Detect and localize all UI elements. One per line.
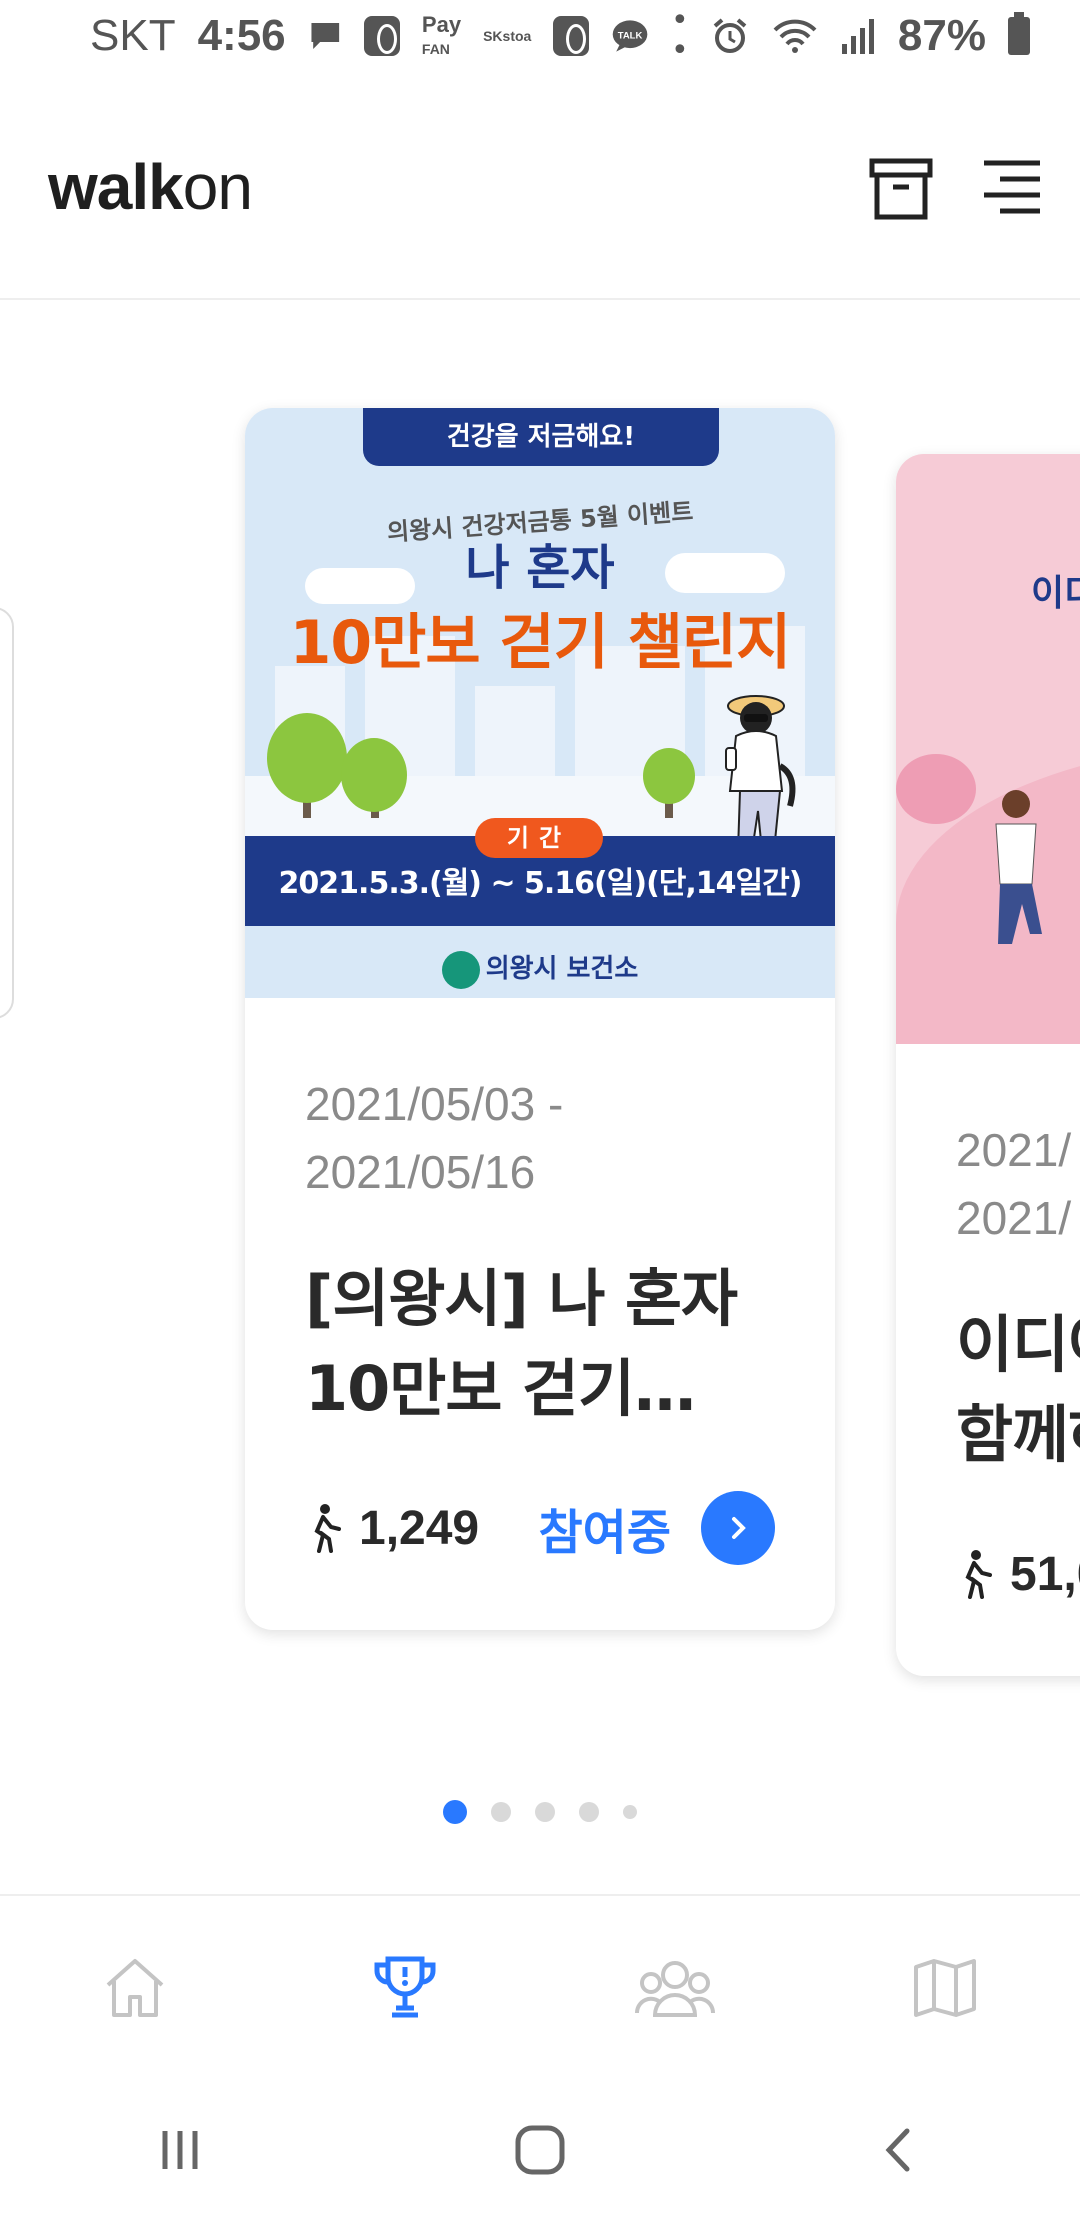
trophy-icon (374, 1956, 436, 2018)
archive-button[interactable] (866, 155, 936, 225)
banner-text-partial: 이디 (1031, 573, 1080, 614)
status-bar: SKT 4:56 Pay FAN SKstoa TALK • • 87% (0, 0, 1080, 72)
challenge-title-line2: 10만보 걷기… (305, 1352, 696, 1425)
nav-map[interactable] (890, 1933, 1000, 2043)
participant-count: 1,249 (359, 1501, 480, 1555)
archive-icon (869, 158, 933, 220)
pagination-dot[interactable] (535, 1802, 555, 1822)
challenge-banner-image: 건강을 저금해요! 의왕시 건강저금통 5월 이벤트 나 혼자 10만보 걷기 … (245, 408, 835, 998)
battery-icon (1008, 12, 1030, 55)
recent-apps-button[interactable] (135, 2105, 225, 2195)
walking-icon (314, 1504, 341, 1553)
message-icon (311, 23, 339, 49)
pagination-dot[interactable] (623, 1805, 637, 1819)
app-notification-icon (364, 16, 400, 56)
home-icon (106, 1959, 164, 2017)
payfan-icon: Pay FAN (422, 14, 461, 58)
challenge-banner-image-next: 이디 (896, 454, 1080, 1044)
chevron-right-icon (732, 1517, 746, 1539)
payfan-label-bottom: FAN (421, 41, 450, 57)
app-notification-icon-2 (553, 16, 589, 56)
battery-percent: 87% (897, 11, 986, 60)
community-icon (634, 1961, 716, 2017)
signal-icon (841, 19, 874, 54)
wifi-icon (773, 19, 817, 53)
banner-tree (341, 738, 407, 812)
walkon-logo[interactable]: walkon (48, 150, 253, 224)
clock: 4:56 (197, 11, 286, 60)
map-icon (914, 1959, 976, 2017)
system-navigation (0, 2080, 1080, 2220)
banner-tree (896, 754, 976, 824)
nav-community[interactable] (620, 1933, 730, 2043)
health-center-logo-icon (441, 950, 480, 989)
open-challenge-button[interactable] (701, 1491, 775, 1565)
walking-icon (965, 1550, 992, 1599)
banner-tree (267, 713, 347, 803)
logo-on-text: on (182, 151, 253, 223)
challenge-title-line1: [의왕시] 나 혼자 (305, 1262, 738, 1335)
bottom-navigation (0, 1894, 1080, 2080)
challenge-date-start-next: 2021/ (956, 1124, 1072, 1176)
challenge-title-next: 이디어 함께하 (956, 1300, 1080, 1480)
challenge-title-next-line1: 이디어 (956, 1308, 1080, 1381)
back-button[interactable] (855, 2105, 945, 2195)
challenge-date-end-next: 2021/ (956, 1192, 1072, 1244)
logo-walk-text: walk (48, 151, 184, 223)
card-body-next: 2021/ 2021/ 이디어 함께하 (896, 1044, 1080, 1480)
recent-apps-icon (162, 2131, 198, 2169)
participant-count-next: 51,0 (1010, 1547, 1080, 1601)
pagination-dot[interactable] (491, 1802, 511, 1822)
menu-button[interactable] (978, 155, 1048, 225)
banner-title-line1: 나 혼자 (465, 540, 615, 596)
card-body: 2021/05/03 - 2021/05/16 [의왕시] 나 혼자 10만보 … (245, 998, 835, 1434)
more-notifications-icon: • • (671, 3, 689, 68)
challenge-carousel[interactable]: 건강을 저금해요! 의왕시 건강저금통 5월 이벤트 나 혼자 10만보 걷기 … (0, 302, 1080, 1892)
challenge-title: [의왕시] 나 혼자 10만보 걷기… (305, 1254, 775, 1434)
banner-period-tag: 기간 (475, 818, 603, 858)
pagination-dot[interactable] (579, 1802, 599, 1822)
banner-pill: 건강을 저금해요! (363, 408, 719, 466)
alarm-icon (713, 18, 747, 53)
challenge-date-start: 2021/05/03 - (305, 1078, 564, 1130)
participation-status: 참여중 (538, 1505, 671, 1561)
talk-icon: TALK (612, 20, 648, 52)
banner-organization-name: 의왕시 보건소 (485, 954, 639, 984)
banner-tree (643, 748, 695, 804)
app-header: walkon (0, 120, 1080, 300)
banner-organization: 의왕시 보건소 (245, 948, 835, 989)
nav-home[interactable] (80, 1933, 190, 2043)
hamburger-menu-icon (984, 160, 1040, 214)
card-footer-next: 51,0 (956, 1534, 1080, 1614)
payfan-label-top: Pay (421, 12, 462, 37)
runner-illustration (995, 790, 1042, 944)
challenge-card[interactable]: 건강을 저금해요! 의왕시 건강저금통 5월 이벤트 나 혼자 10만보 걷기 … (245, 408, 835, 1630)
carrier-label: SKT (90, 11, 176, 60)
banner-title-line2: 10만보 걷기 챌린지 (289, 608, 792, 678)
banner-period-text: 2021.5.3.(월) ~ 5.16(일)(단,14일간) (278, 866, 803, 901)
nav-challenge[interactable] (350, 1933, 460, 2043)
challenge-title-next-line2: 함께하 (956, 1398, 1080, 1471)
challenge-card-next[interactable]: 이디 2021/ 2021/ 이디어 함께하 51,0 (896, 454, 1080, 1676)
back-chevron-icon (885, 2128, 910, 2172)
home-square-icon (515, 2125, 565, 2175)
card-footer: 1,249 참여중 (305, 1488, 775, 1568)
skstoa-icon: SKstoa (483, 28, 532, 44)
carousel-pagination (0, 1800, 1080, 1824)
pagination-dot[interactable] (443, 1800, 467, 1824)
talk-label: TALK (618, 31, 643, 42)
home-button[interactable] (495, 2105, 585, 2195)
challenge-date-end: 2021/05/16 (305, 1146, 536, 1198)
previous-card-edge[interactable] (0, 607, 14, 1019)
